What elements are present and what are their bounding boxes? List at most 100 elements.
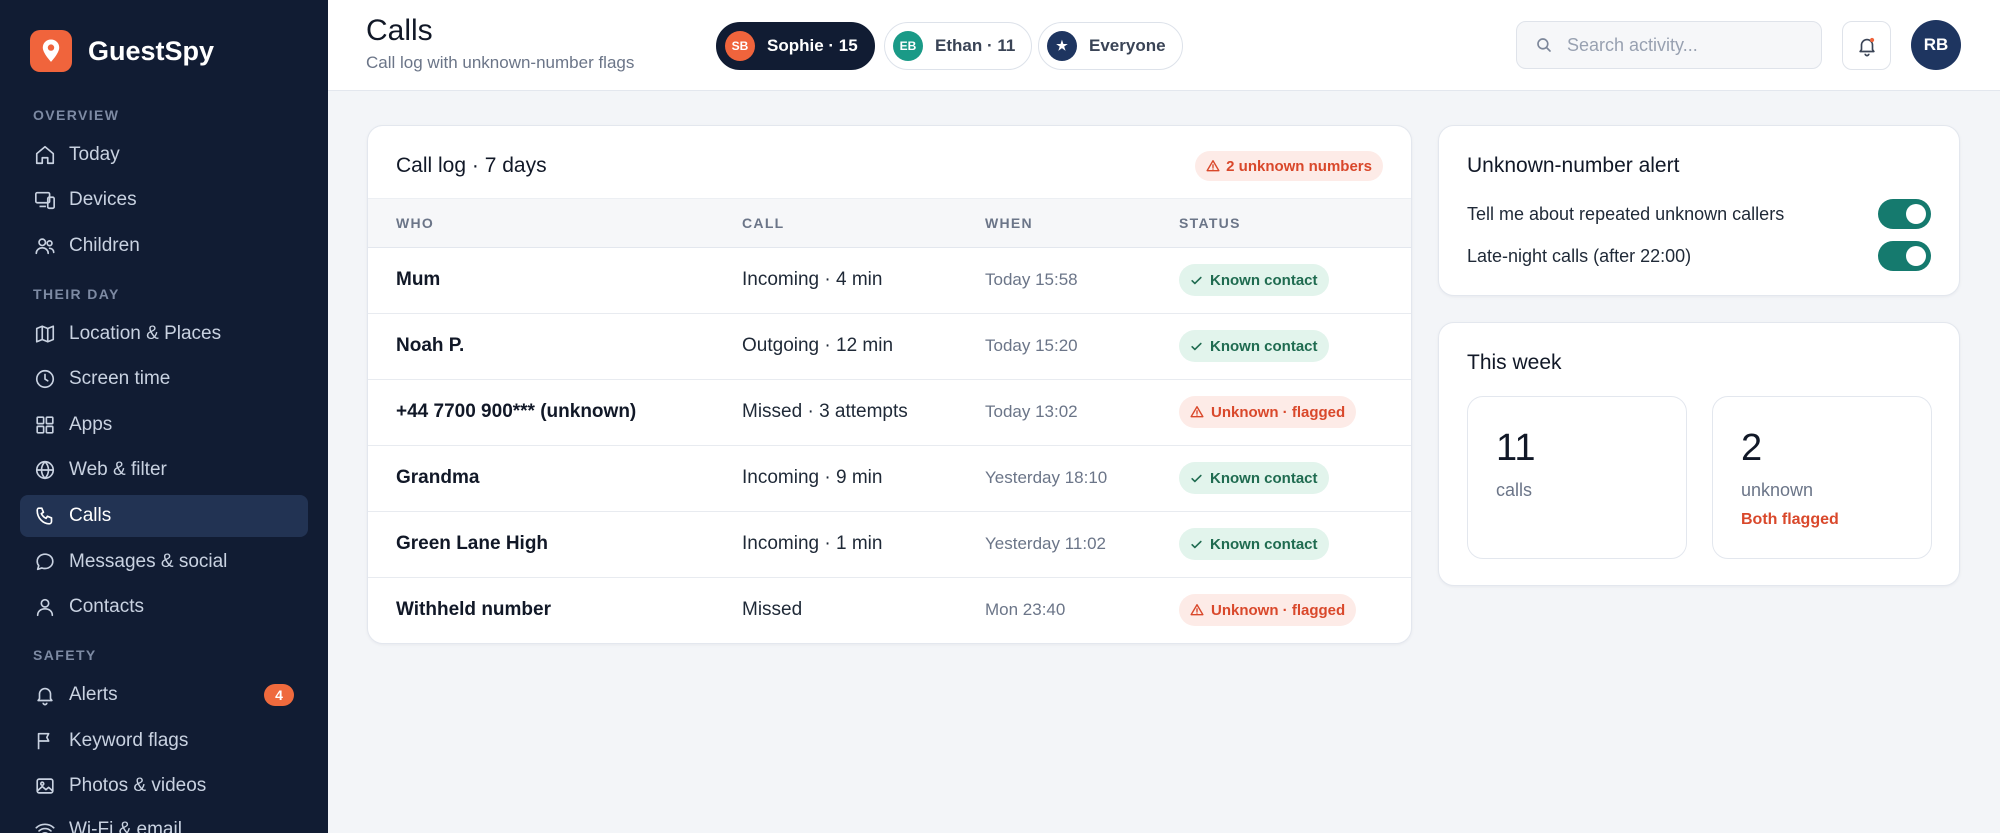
sidebar-item-keyword-flags[interactable]: Keyword flags xyxy=(20,720,308,762)
search-input[interactable] xyxy=(1567,34,1807,56)
child-chip-ethan[interactable]: EB Ethan · 11 xyxy=(884,22,1033,70)
sidebar-item-label: Contacts xyxy=(69,596,144,617)
sidebar-item-label: Location & Places xyxy=(69,323,222,344)
warning-icon xyxy=(1190,604,1204,616)
child-chip-everyone[interactable]: ★ Everyone xyxy=(1038,22,1183,70)
sidebar-item-photos[interactable]: Photos & videos xyxy=(20,765,308,807)
table-row[interactable]: Noah P. Outgoing · 12 min Today 15:20 Kn… xyxy=(368,314,1411,380)
user-avatar[interactable]: RB xyxy=(1911,20,1961,70)
search-box[interactable] xyxy=(1516,21,1822,69)
devices-icon xyxy=(33,188,57,212)
stat-value: 11 xyxy=(1496,427,1536,469)
table-row[interactable]: Grandma Incoming · 9 min Yesterday 18:10… xyxy=(368,446,1411,512)
sidebar-item-label: Web & filter xyxy=(69,459,167,480)
card-title: Unknown-number alert xyxy=(1467,154,1680,177)
table-row[interactable]: Mum Incoming · 4 min Today 15:58 Known c… xyxy=(368,248,1411,314)
status-label: Unknown · flagged xyxy=(1211,403,1346,421)
brand[interactable]: GuestSpy xyxy=(30,30,214,72)
sidebar-item-screen-time[interactable]: Screen time xyxy=(20,358,308,400)
badge-label: 2 unknown numbers xyxy=(1226,157,1372,175)
column-header-status[interactable]: STATUS xyxy=(1179,215,1241,231)
late-night-calls-toggle[interactable] xyxy=(1878,241,1931,271)
unknown-count-badge: 2 unknown numbers xyxy=(1195,151,1383,181)
users-icon xyxy=(33,234,57,258)
sidebar-item-web-filter[interactable]: Web & filter xyxy=(20,449,308,491)
call-time: Mon 23:40 xyxy=(985,600,1066,619)
sidebar-item-apps[interactable]: Apps xyxy=(20,404,308,446)
caller-name: Mum xyxy=(396,269,441,290)
caller-name: Noah P. xyxy=(396,335,465,356)
stat-value: 2 xyxy=(1741,427,1763,469)
sidebar-item-location[interactable]: Location & Places xyxy=(20,313,308,355)
sidebar-item-contacts[interactable]: Contacts xyxy=(20,586,308,628)
column-header-when[interactable]: WHEN xyxy=(985,215,1033,231)
sidebar-item-label: Apps xyxy=(69,414,113,435)
avatar: EB xyxy=(893,31,923,61)
status-badge: Known contact xyxy=(1179,330,1329,362)
sidebar: GuestSpy OVERVIEW Today Devices Children… xyxy=(0,0,328,833)
setting-row-repeated-callers: Tell me about repeated unknown callers xyxy=(1467,199,1931,229)
home-icon xyxy=(33,143,57,167)
check-icon xyxy=(1191,474,1202,482)
sidebar-item-label: Alerts xyxy=(69,684,118,705)
check-icon xyxy=(1191,540,1202,548)
stat-calls: 11 calls xyxy=(1467,396,1687,559)
stat-note: Both flagged xyxy=(1741,511,1839,528)
image-icon xyxy=(33,774,57,798)
table-header: WHO CALL WHEN STATUS xyxy=(368,198,1411,248)
sidebar-item-messages[interactable]: Messages & social xyxy=(20,541,308,583)
notifications-button[interactable] xyxy=(1842,21,1891,70)
call-time: Yesterday 11:02 xyxy=(985,534,1106,553)
caller-name: Grandma xyxy=(396,467,480,488)
table-row[interactable]: +44 7700 900*** (unknown) Missed · 3 att… xyxy=(368,380,1411,446)
sidebar-item-today[interactable]: Today xyxy=(20,134,308,176)
table-row[interactable]: Withheld number Missed Mon 23:40 Unknown… xyxy=(368,578,1411,643)
caller-name: Withheld number xyxy=(396,599,551,620)
setting-label: Late-night calls (after 22:00) xyxy=(1467,246,1692,266)
status-badge: Known contact xyxy=(1179,264,1329,296)
sidebar-item-calls[interactable]: Calls xyxy=(20,495,308,537)
sidebar-item-label: Wi-Fi & email xyxy=(69,819,182,833)
call-detail: Outgoing · 12 min xyxy=(742,335,894,356)
status-badge: Known contact xyxy=(1179,528,1329,560)
sidebar-item-label: Keyword flags xyxy=(69,730,189,751)
caller-name: Green Lane High xyxy=(396,533,549,554)
sidebar-item-wifi[interactable]: Wi-Fi & email xyxy=(20,809,308,833)
call-detail: Missed · 3 attempts xyxy=(742,401,908,422)
status-label: Known contact xyxy=(1210,535,1318,553)
call-log-card: Call log · 7 days 2 unknown numbers WHO … xyxy=(367,125,1412,644)
card-title: This week xyxy=(1467,351,1562,374)
repeated-callers-toggle[interactable] xyxy=(1878,199,1931,229)
status-label: Known contact xyxy=(1210,271,1318,289)
child-chip-sophie[interactable]: SB Sophie · 15 xyxy=(716,22,875,70)
app-name: GuestSpy xyxy=(88,35,215,66)
caller-name: +44 7700 900*** (unknown) xyxy=(396,401,637,422)
sidebar-item-devices[interactable]: Devices xyxy=(20,179,308,221)
sidebar-item-label: Screen time xyxy=(69,368,171,389)
clock-icon xyxy=(33,367,57,391)
wifi-icon xyxy=(33,818,57,833)
bell-icon xyxy=(1856,35,1878,57)
table-row[interactable]: Green Lane High Incoming · 1 min Yesterd… xyxy=(368,512,1411,578)
sidebar-item-label: Children xyxy=(69,235,140,256)
table-body: Mum Incoming · 4 min Today 15:58 Known c… xyxy=(368,248,1411,643)
section-label-safety: SAFETY xyxy=(33,647,97,663)
phone-icon xyxy=(33,504,57,528)
column-header-call[interactable]: CALL xyxy=(742,215,785,231)
stat-unknown: 2 unknown Both flagged xyxy=(1712,396,1932,559)
section-label-their-day: THEIR DAY xyxy=(33,286,120,302)
setting-row-late-night: Late-night calls (after 22:00) xyxy=(1467,241,1931,271)
chat-bubble-icon xyxy=(33,550,57,574)
stat-label: unknown xyxy=(1741,480,1814,500)
top-header: Calls Call log with unknown-number flags… xyxy=(328,0,2000,91)
call-time: Today 15:20 xyxy=(985,336,1078,355)
setting-label: Tell me about repeated unknown callers xyxy=(1467,204,1785,224)
sidebar-item-children[interactable]: Children xyxy=(20,225,308,267)
check-icon xyxy=(1191,276,1202,284)
column-header-who[interactable]: WHO xyxy=(396,215,434,231)
sidebar-item-alerts[interactable]: Alerts 4 xyxy=(20,674,308,716)
sidebar-item-label: Calls xyxy=(69,505,112,526)
check-icon xyxy=(1191,342,1202,350)
avatar: SB xyxy=(725,31,755,61)
call-detail: Missed xyxy=(742,599,803,620)
